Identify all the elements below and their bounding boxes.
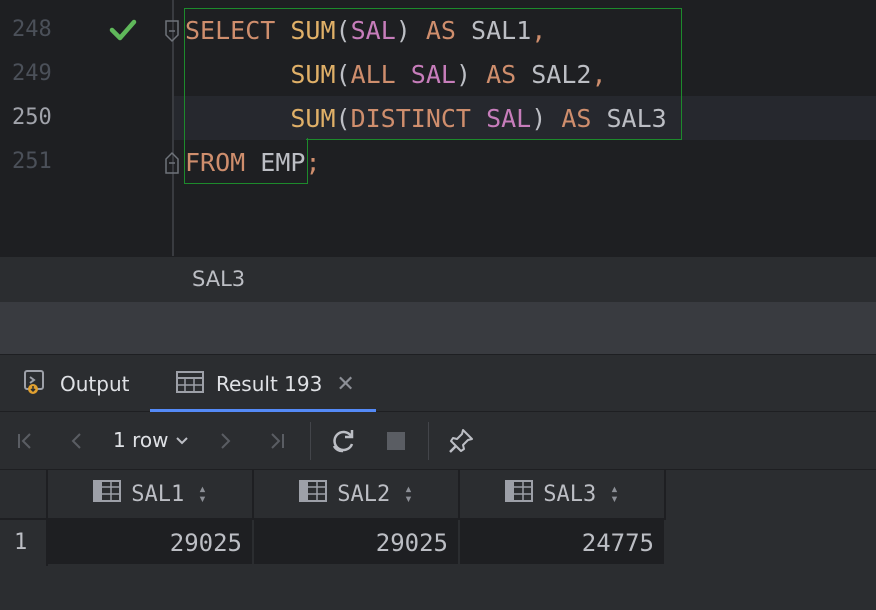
column-icon bbox=[505, 479, 534, 509]
code-token: , bbox=[531, 16, 547, 45]
tab-result[interactable]: Result 193 ✕ bbox=[150, 355, 376, 413]
code-token: SUM bbox=[290, 104, 336, 133]
row-number[interactable]: 1 bbox=[0, 520, 48, 566]
line-number: 248 bbox=[12, 17, 52, 42]
code-token: ) bbox=[395, 16, 411, 45]
code-token: SAL bbox=[410, 60, 456, 89]
row-count-selector[interactable]: 1 row bbox=[113, 428, 190, 452]
refresh-icon[interactable] bbox=[328, 426, 358, 456]
fold-start-icon[interactable] bbox=[164, 19, 180, 43]
next-page-icon[interactable] bbox=[210, 426, 240, 456]
column-header[interactable]: SAL2 ▴ ▾ bbox=[254, 470, 460, 520]
code-token: EMP bbox=[245, 148, 306, 177]
last-page-icon[interactable] bbox=[262, 426, 292, 456]
output-icon bbox=[22, 369, 48, 400]
toolbar-separator bbox=[310, 422, 311, 460]
column-name: SAL3 bbox=[543, 481, 597, 507]
line-number: 251 bbox=[12, 149, 52, 174]
toolbar-separator bbox=[428, 422, 429, 460]
code-token: DISTINCT bbox=[350, 104, 471, 133]
code-token: AS bbox=[561, 104, 592, 133]
chevron-down-icon bbox=[174, 432, 190, 448]
code-line[interactable]: SELECT SUM(SAL) AS SAL1, bbox=[185, 9, 546, 53]
fold-end-icon[interactable] bbox=[164, 151, 180, 175]
line-number: 249 bbox=[12, 61, 52, 86]
code-line[interactable]: SUM(DISTINCT SAL) AS SAL3 bbox=[185, 97, 667, 141]
code-token: SUM bbox=[290, 16, 336, 45]
panel-divider bbox=[0, 302, 876, 354]
code-line[interactable]: FROM EMP; bbox=[185, 141, 321, 185]
code-token: ) bbox=[531, 104, 547, 133]
gutter-line: 250 bbox=[0, 97, 172, 141]
column-name: SAL2 bbox=[337, 481, 391, 507]
tab-output-label: Output bbox=[60, 372, 130, 396]
result-grid[interactable]: SAL1 ▴ ▾ SAL2 ▴ ▾ SAL3 ▴ ▾ 1 29025 29025 24… bbox=[0, 470, 876, 610]
code-token: SAL2 bbox=[516, 60, 592, 89]
code-token: SAL bbox=[486, 104, 532, 133]
code-token: , bbox=[591, 60, 607, 89]
line-number: 250 bbox=[12, 105, 52, 130]
stop-icon[interactable] bbox=[381, 426, 411, 456]
code-token: SAL1 bbox=[455, 16, 532, 45]
code-line[interactable]: SUM(ALL SAL) AS SAL2, bbox=[185, 53, 607, 97]
code-token: SELECT bbox=[185, 16, 276, 45]
code-token: AS bbox=[486, 60, 517, 89]
gutter-line: 248 bbox=[0, 9, 179, 53]
code-token: SUM bbox=[290, 60, 336, 89]
sort-icon[interactable]: ▴ ▾ bbox=[610, 482, 618, 506]
column-header[interactable]: SAL3 ▴ ▾ bbox=[460, 470, 666, 520]
pin-icon[interactable] bbox=[446, 426, 476, 456]
grid-corner[interactable] bbox=[0, 470, 48, 520]
breadcrumb-bar: SAL3 bbox=[0, 256, 876, 302]
code-token: ( bbox=[335, 104, 351, 133]
code-token: ALL bbox=[350, 60, 396, 89]
column-icon bbox=[93, 479, 122, 509]
code-token: ( bbox=[335, 16, 351, 45]
sort-icon[interactable]: ▴ ▾ bbox=[404, 482, 412, 506]
code-token: ( bbox=[335, 60, 351, 89]
result-toolbar: 1 row bbox=[0, 412, 876, 470]
breadcrumb[interactable]: SAL3 bbox=[192, 267, 245, 291]
code-token: SAL3 bbox=[591, 104, 667, 133]
column-header[interactable]: SAL1 ▴ ▾ bbox=[48, 470, 254, 520]
code-token: SAL bbox=[350, 16, 396, 45]
code-token: ; bbox=[305, 148, 321, 177]
close-icon[interactable]: ✕ bbox=[336, 372, 354, 397]
gutter-line: 251 bbox=[0, 141, 179, 185]
first-page-icon[interactable] bbox=[10, 426, 40, 456]
table-cell[interactable]: 29025 bbox=[254, 520, 460, 566]
previous-page-icon[interactable] bbox=[62, 426, 92, 456]
services-tabs: Output Result 193 ✕ bbox=[0, 354, 876, 413]
table-icon bbox=[176, 370, 204, 399]
sort-icon[interactable]: ▴ ▾ bbox=[198, 482, 206, 506]
gutter-line: 249 bbox=[0, 53, 172, 97]
code-token: AS bbox=[425, 16, 456, 45]
code-token: ) bbox=[455, 60, 472, 89]
code-token: FROM bbox=[185, 148, 246, 177]
sql-editor[interactable]: 248 249 250 251 SELECT SUM(SAL) AS SAL1,… bbox=[0, 0, 876, 256]
table-cell[interactable]: 24775 bbox=[460, 520, 666, 566]
row-count-label: 1 row bbox=[113, 428, 169, 452]
checkmark-icon[interactable] bbox=[108, 15, 138, 45]
tab-result-label: Result 193 bbox=[216, 372, 323, 396]
table-cell[interactable]: 29025 bbox=[48, 520, 254, 566]
tab-output[interactable]: Output bbox=[22, 355, 129, 413]
column-name: SAL1 bbox=[131, 481, 185, 507]
column-icon bbox=[299, 479, 328, 509]
